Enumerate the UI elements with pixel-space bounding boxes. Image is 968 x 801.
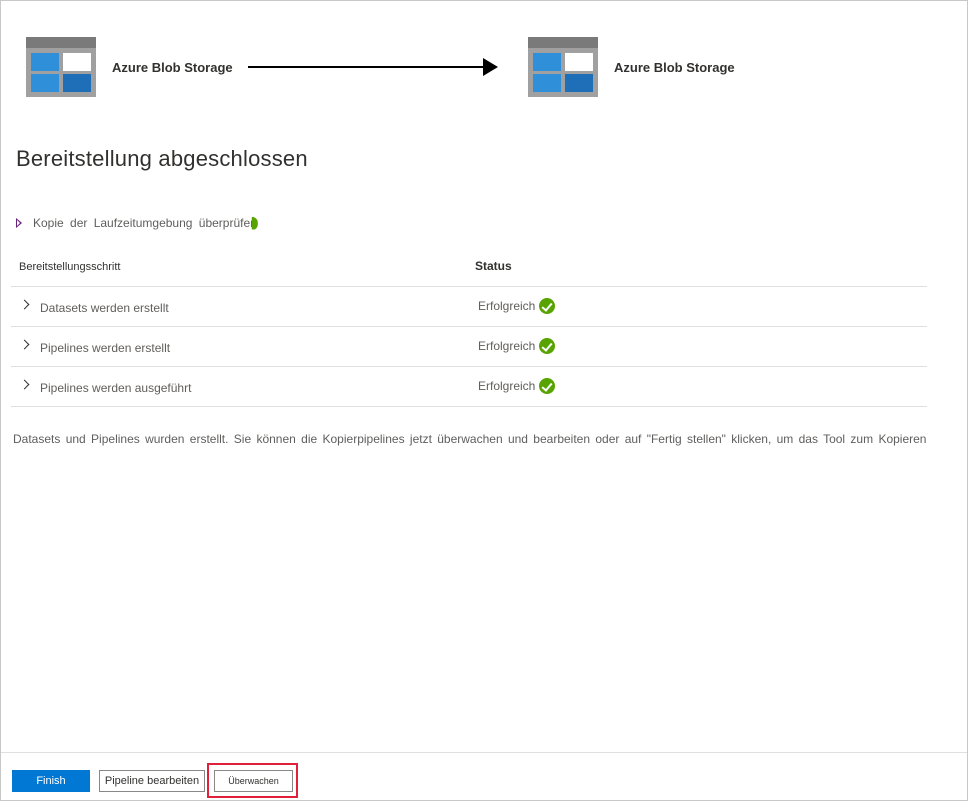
- destination-store-name: Azure Blob Storage: [614, 59, 735, 75]
- step-label: Pipelines werden ausgeführt: [40, 381, 192, 395]
- page-title: Bereitstellung abgeschlossen: [16, 146, 308, 171]
- status-cell: Erfolgreich: [478, 338, 556, 354]
- source-store: Azure Blob Storage: [26, 37, 233, 97]
- blob-storage-icon: [528, 37, 598, 97]
- runtime-copy-toggle[interactable]: Kopie der Laufzeitumgebung überprüfen: [16, 216, 258, 230]
- success-check-icon: [539, 378, 556, 394]
- table-header: Bereitstellungsschritt Status: [11, 248, 927, 287]
- footer-divider: [1, 752, 967, 753]
- table-row[interactable]: Pipelines werden erstellt Erfolgreich: [11, 327, 927, 367]
- success-check-icon: [539, 338, 556, 354]
- column-header-step: Bereitstellungsschritt: [19, 261, 121, 273]
- deployment-steps-table: Bereitstellungsschritt Status Datasets w…: [11, 248, 927, 407]
- status-text: Erfolgreich: [478, 299, 536, 313]
- copy-direction-arrow: [248, 58, 498, 76]
- step-label: Pipelines werden erstellt: [40, 341, 171, 355]
- chevron-right-icon[interactable]: [19, 339, 30, 350]
- expand-triangle-icon: [16, 218, 22, 228]
- monitor-button-highlight: [207, 763, 298, 798]
- blob-storage-icon: [26, 37, 96, 97]
- status-text: Erfolgreich: [478, 379, 536, 393]
- source-store-name: Azure Blob Storage: [112, 59, 233, 75]
- completion-message: Datasets und Pipelines wurden erstellt. …: [13, 432, 927, 446]
- table-row[interactable]: Pipelines werden ausgeführt Erfolgreich: [11, 367, 927, 407]
- status-text: Erfolgreich: [478, 339, 536, 353]
- column-header-status: Status: [475, 259, 512, 273]
- edit-pipeline-button[interactable]: Pipeline bearbeiten: [99, 770, 205, 792]
- table-row[interactable]: Datasets werden erstellt Erfolgreich: [11, 287, 927, 327]
- chevron-right-icon[interactable]: [19, 299, 30, 310]
- destination-store: Azure Blob Storage: [528, 37, 735, 97]
- success-check-icon: [539, 298, 556, 314]
- runtime-copy-label: Kopie der Laufzeitumgebung überprüfen: [33, 216, 257, 230]
- step-label: Datasets werden erstellt: [40, 301, 169, 315]
- status-cell: Erfolgreich: [478, 378, 556, 394]
- status-cell: Erfolgreich: [478, 298, 556, 314]
- chevron-right-icon[interactable]: [19, 379, 30, 390]
- finish-button[interactable]: Finish: [12, 770, 90, 792]
